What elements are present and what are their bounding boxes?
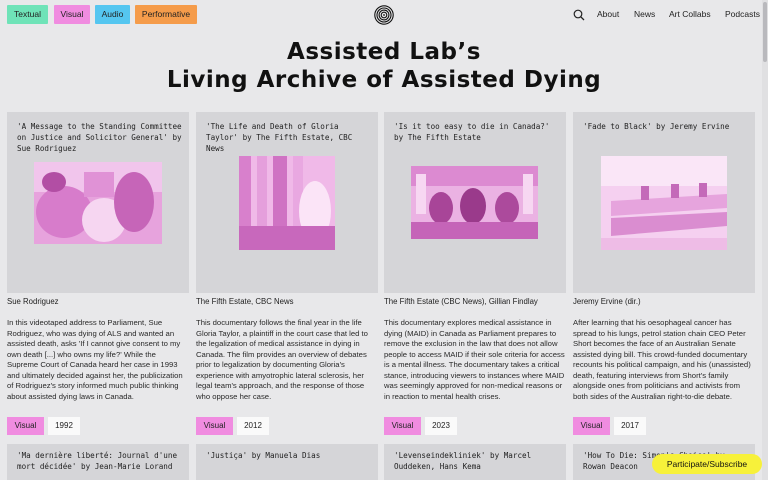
card-thumbnail — [239, 156, 335, 250]
card-title: 'The Life and Death of Gloria Taylor' by… — [206, 122, 353, 153]
nav-news[interactable]: News — [634, 9, 655, 19]
card-credit: Jeremy Ervine (dir.) — [573, 297, 641, 306]
page-title: Assisted Lab’s Living Archive of Assiste… — [0, 38, 768, 94]
medium-tag[interactable]: Visual — [196, 417, 233, 435]
card-title: 'A Message to the Standing Committee on … — [17, 122, 182, 153]
card-credit: Sue Rodriguez — [7, 297, 59, 306]
card-title: 'Ma dernière liberté: Journal d'une mort… — [17, 451, 178, 471]
card-thumbnail — [411, 166, 538, 239]
filter-audio[interactable]: Audio — [95, 5, 130, 24]
search-icon[interactable] — [573, 8, 585, 21]
card-image-box[interactable]: 'Is it too easy to die in Canada?' by Th… — [384, 112, 566, 293]
card-thumbnail — [601, 156, 727, 250]
card-title: 'Is it too easy to die in Canada?' by Th… — [394, 122, 550, 142]
nav-about[interactable]: About — [597, 9, 619, 19]
medium-tag[interactable]: Visual — [384, 417, 421, 435]
archive-card-next[interactable]: 'Levenseindekliniek' by Marcel Ouddeken,… — [384, 444, 566, 480]
card-title: 'Levenseindekliniek' by Marcel Ouddeken,… — [394, 451, 532, 471]
subscribe-button[interactable]: Participate/Subscribe — [652, 454, 762, 474]
medium-tag[interactable]: Visual — [7, 417, 44, 435]
archive-card-next[interactable]: 'Ma dernière liberté: Journal d'une mort… — [7, 444, 189, 480]
top-bar: Textual Visual Audio Performative About … — [0, 0, 768, 30]
card-description: This documentary explores medical assist… — [384, 318, 565, 401]
card-credit: The Fifth Estate, CBC News — [196, 297, 294, 306]
card-credit: The Fifth Estate (CBC News), Gillian Fin… — [384, 297, 538, 306]
year-tag: 2023 — [425, 417, 457, 435]
nav-podcasts[interactable]: Podcasts — [725, 9, 760, 19]
filter-textual[interactable]: Textual — [7, 5, 48, 24]
card-title: 'Justiça' by Manuela Dias — [206, 451, 321, 460]
card-description: In this videotaped address to Parliament… — [7, 318, 183, 401]
card-image-box[interactable]: 'The Life and Death of Gloria Taylor' by… — [196, 112, 378, 293]
nav-art-collabs[interactable]: Art Collabs — [669, 9, 711, 19]
year-tag: 1992 — [48, 417, 80, 435]
page-title-line-1: Assisted Lab’s — [287, 39, 481, 65]
card-image-box[interactable]: 'A Message to the Standing Committee on … — [7, 112, 189, 293]
filter-visual[interactable]: Visual — [54, 5, 90, 24]
page-title-line-2: Living Archive of Assisted Dying — [166, 67, 602, 93]
medium-tag[interactable]: Visual — [573, 417, 610, 435]
year-tag: 2012 — [237, 417, 269, 435]
scrollbar-thumb[interactable] — [763, 2, 767, 62]
scrollbar[interactable] — [762, 0, 768, 480]
card-description: After learning that his oesophageal canc… — [573, 318, 751, 401]
archive-card-next[interactable]: 'Justiça' by Manuela Dias — [196, 444, 378, 480]
card-description: This documentary follows the final year … — [196, 318, 368, 401]
year-tag: 2017 — [614, 417, 646, 435]
card-thumbnail — [34, 162, 162, 244]
filter-performative[interactable]: Performative — [135, 5, 197, 24]
card-image-box[interactable]: 'Fade to Black' by Jeremy Ervine — [573, 112, 755, 293]
card-title: 'Fade to Black' by Jeremy Ervine — [583, 122, 730, 131]
spiral-logo-icon[interactable] — [374, 5, 394, 25]
